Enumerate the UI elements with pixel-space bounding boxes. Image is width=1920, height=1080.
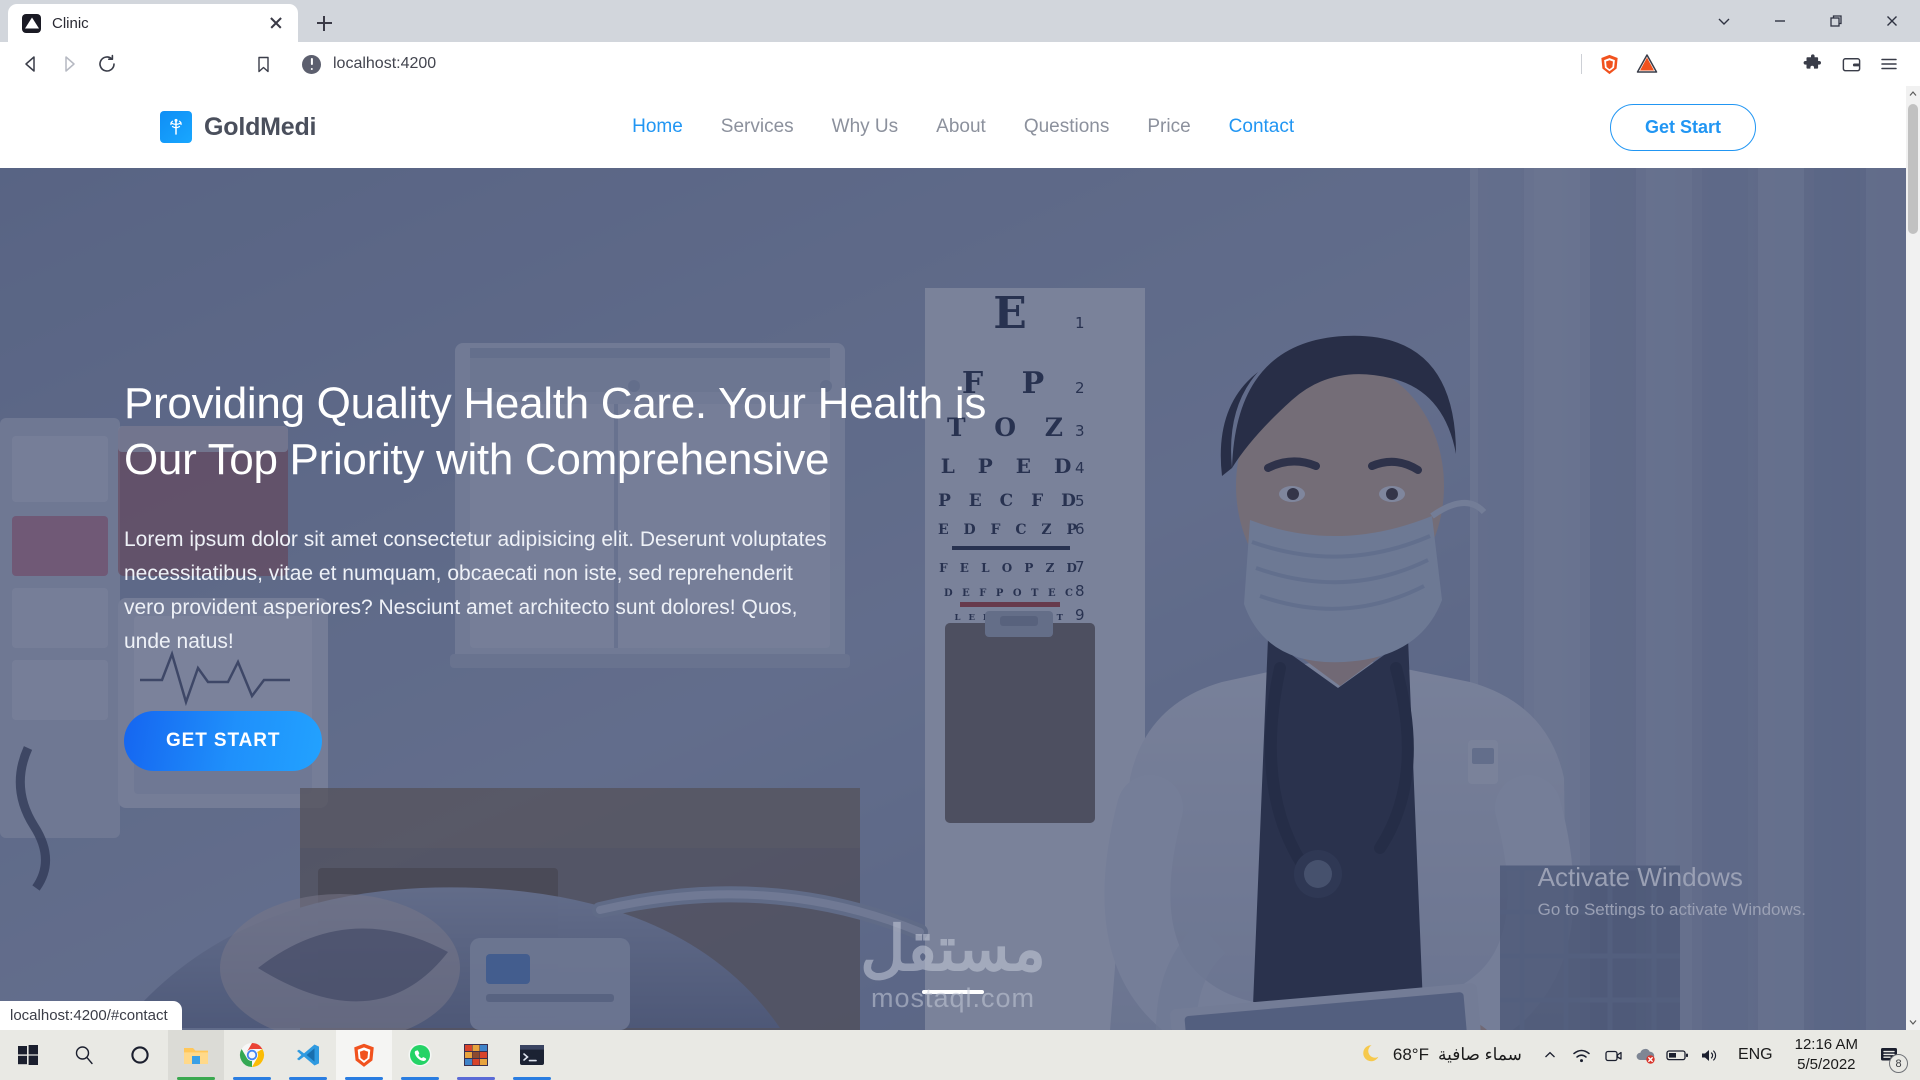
mostaql-watermark-latin: mostaql.com	[870, 983, 1036, 1013]
winrar-icon[interactable]	[448, 1030, 504, 1080]
chrome-icon[interactable]	[224, 1030, 280, 1080]
nav-item-about[interactable]: About	[936, 116, 986, 138]
not-secure-info-icon[interactable]	[302, 54, 321, 74]
crescent-moon-icon	[1362, 1042, 1384, 1069]
browser-toolbar: localhost:4200	[0, 42, 1920, 86]
tab-title: Clinic	[52, 14, 89, 32]
hero-paragraph: Lorem ipsum dolor sit amet consectetur a…	[124, 527, 827, 653]
notification-count: 8	[1889, 1054, 1908, 1073]
activate-windows-watermark: Activate Windows Go to Settings to activ…	[1538, 862, 1806, 920]
hamburger-menu-icon[interactable]	[1870, 45, 1908, 83]
weather-widget[interactable]: 68°F سماء صافية	[1350, 1042, 1534, 1069]
scrollbar-thumb[interactable]	[1908, 104, 1918, 234]
speaker-icon[interactable]	[1694, 1030, 1726, 1080]
url-text: localhost:4200	[333, 55, 437, 72]
nav-item-questions[interactable]: Questions	[1024, 116, 1110, 138]
clock[interactable]: 12:16 AM 5/5/2022	[1785, 1035, 1868, 1076]
clock-date: 5/5/2022	[1797, 1056, 1856, 1073]
system-tray: 68°F سماء صافية ENG 12:16 AM 5/5/2022 8	[1350, 1030, 1920, 1080]
puzzle-piece-icon[interactable]	[1794, 45, 1832, 83]
notification-icon[interactable]: 8	[1868, 1030, 1910, 1080]
activate-windows-title: Activate Windows	[1537, 862, 1743, 892]
back-arrow-icon[interactable]	[12, 45, 50, 83]
scroll-up-icon[interactable]	[1906, 86, 1920, 102]
minimize-icon[interactable]	[1752, 0, 1808, 42]
tab-strip: Clinic	[0, 0, 1920, 42]
nav-item-home[interactable]: Home	[632, 116, 683, 138]
nav-item-contact[interactable]: Contact	[1229, 116, 1294, 138]
restore-icon[interactable]	[1808, 0, 1864, 42]
brave-rewards-bat-icon[interactable]	[1628, 45, 1666, 83]
page-scrollbar[interactable]	[1906, 86, 1920, 1030]
start-button[interactable]	[0, 1030, 56, 1080]
onedrive-error-icon[interactable]	[1630, 1030, 1662, 1080]
nav-item-why-us[interactable]: Why Us	[832, 116, 899, 138]
vscode-icon[interactable]	[280, 1030, 336, 1080]
wallet-icon[interactable]	[1832, 45, 1870, 83]
search-icon[interactable]	[56, 1030, 112, 1080]
brave-shields-lion-icon[interactable]	[1590, 45, 1628, 83]
browser-window: Clinic localhost:4200 GoldMedi Home Serv…	[0, 0, 1920, 1030]
plus-icon[interactable]	[304, 4, 344, 42]
file-explorer[interactable]	[168, 1030, 224, 1080]
weather-temperature: 68°F	[1392, 1045, 1429, 1064]
language-indicator[interactable]: ENG	[1726, 1046, 1785, 1064]
weather-condition: سماء صافية	[1437, 1045, 1522, 1064]
brave-browser[interactable]	[336, 1030, 392, 1080]
forward-arrow-icon	[50, 45, 88, 83]
clock-time: 12:16 AM	[1794, 1035, 1858, 1053]
battery-icon[interactable]	[1662, 1030, 1694, 1080]
close-icon[interactable]	[1864, 0, 1920, 42]
windows-taskbar: 68°F سماء صافية ENG 12:16 AM 5/5/2022 8	[0, 1030, 1920, 1080]
nav-links: Home Services Why Us About Questions Pri…	[632, 116, 1294, 138]
nav-get-start-button[interactable]: Get Start	[1609, 103, 1756, 151]
hero-heading: Providing Quality Health Care. Your Heal…	[124, 379, 987, 485]
whatsapp-icon[interactable]	[392, 1030, 448, 1080]
logo-text: GoldMedi	[204, 112, 317, 141]
wifi-icon[interactable]	[1566, 1030, 1598, 1080]
chevron-up-icon[interactable]	[1534, 1030, 1566, 1080]
toolbar-divider	[1581, 54, 1582, 74]
window-controls	[1696, 0, 1920, 42]
bookmark-icon[interactable]	[244, 45, 282, 83]
mostaql-watermark: مستقل mostaql.com	[860, 919, 1046, 1014]
scroll-down-icon[interactable]	[1906, 1014, 1920, 1030]
activate-windows-subtitle: Go to Settings to activate Windows.	[1537, 900, 1806, 919]
camera-icon[interactable]	[1598, 1030, 1630, 1080]
taskbar-items	[0, 1030, 560, 1080]
angular-icon	[22, 13, 41, 33]
terminal-icon[interactable]	[504, 1030, 560, 1080]
reload-icon[interactable]	[88, 45, 126, 83]
hero-section: E F P T O Z L P E D P E C F D E D F C Z …	[0, 168, 1906, 1030]
browser-tab[interactable]: Clinic	[8, 4, 298, 42]
caduceus-medical-icon	[160, 111, 192, 143]
web-page: GoldMedi Home Services Why Us About Ques…	[0, 86, 1906, 1030]
chevron-down-icon[interactable]	[1696, 0, 1752, 42]
mostaql-watermark-arabic: مستقل	[860, 915, 1046, 984]
hero-content: Providing Quality Health Care. Your Heal…	[124, 376, 1004, 771]
nav-item-services[interactable]: Services	[721, 116, 794, 138]
site-navbar: GoldMedi Home Services Why Us About Ques…	[0, 86, 1906, 168]
close-icon[interactable]	[264, 11, 288, 35]
toolbar-actions	[1590, 45, 1908, 83]
site-logo[interactable]: GoldMedi	[160, 111, 316, 143]
cortana-circle-icon[interactable]	[112, 1030, 168, 1080]
link-status-bubble: localhost:4200/#contact	[0, 1001, 182, 1030]
hero-get-start-button[interactable]: GET START	[124, 710, 323, 771]
address-bar[interactable]: localhost:4200	[288, 48, 1567, 80]
nav-item-price[interactable]: Price	[1147, 116, 1190, 138]
